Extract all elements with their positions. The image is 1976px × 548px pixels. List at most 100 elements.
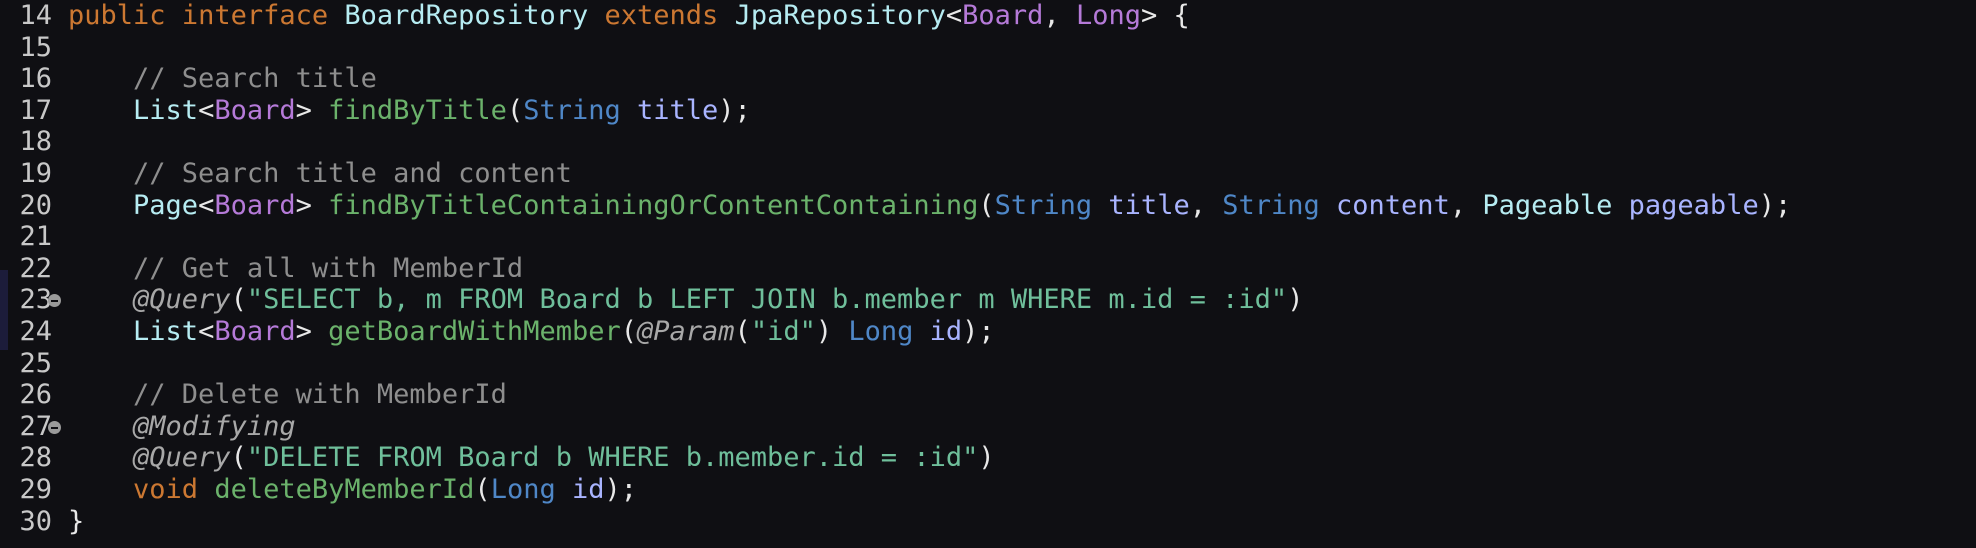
code-line[interactable]: 22 // Get all with MemberId	[0, 253, 1976, 285]
code-token: }	[68, 505, 85, 537]
code-content: List<Board> findByTitle(String title);	[68, 95, 751, 127]
line-number: 25	[19, 347, 52, 379]
code-line[interactable]: 14 public interface BoardRepository exten…	[0, 0, 1976, 32]
code-token: Board	[962, 0, 1044, 31]
fold-collapse-icon[interactable]	[48, 420, 61, 434]
code-line[interactable]: 24 List<Board> getBoardWithMember(@Param…	[0, 316, 1976, 348]
line-number: 21	[19, 221, 52, 253]
code-token: (	[620, 316, 637, 347]
code-token: )	[1287, 284, 1304, 316]
code-token: >	[295, 94, 329, 126]
line-number: 23	[19, 284, 52, 316]
code-token: title	[637, 94, 719, 126]
code-token: List	[133, 94, 199, 126]
code-token: Long	[490, 474, 556, 505]
code-token: <	[198, 316, 215, 347]
code-token: (	[474, 474, 491, 505]
code-token: title	[1108, 189, 1190, 221]
code-token: content	[1336, 189, 1450, 221]
code-content: @Query("DELETE FROM Board b WHERE b.memb…	[68, 442, 995, 474]
code-content: void deleteByMemberId(Long id);	[68, 474, 637, 506]
code-token: @Param	[637, 316, 735, 347]
code-token: (	[978, 189, 995, 221]
code-token: )	[978, 442, 995, 474]
code-line[interactable]: 16 // Search title	[0, 63, 1976, 95]
code-token: // Delete with MemberId	[133, 379, 507, 411]
line-number: 18	[19, 126, 52, 158]
code-token: );	[718, 94, 751, 126]
fold-collapse-icon[interactable]	[48, 294, 61, 308]
code-token: <	[198, 94, 215, 126]
code-line[interactable]: 18	[0, 126, 1976, 158]
line-number: 16	[19, 63, 52, 95]
line-number: 24	[19, 316, 52, 347]
line-number: 19	[19, 158, 52, 189]
code-token: <	[198, 189, 215, 221]
code-line[interactable]: 27 @Modifying	[0, 411, 1976, 443]
code-token: Pageable	[1482, 189, 1613, 221]
code-token: > {	[1140, 0, 1190, 31]
code-token: "SELECT b, m FROM Board b LEFT JOIN b.me…	[246, 284, 1288, 316]
code-token: )	[815, 316, 849, 347]
line-number: 22	[19, 252, 52, 284]
line-number: 29	[19, 474, 52, 505]
line-number: 28	[19, 442, 52, 474]
line-number: 27	[19, 410, 52, 442]
code-line[interactable]: 30}	[0, 506, 1976, 538]
code-line[interactable]: 29 void deleteByMemberId(Long id);	[0, 474, 1976, 506]
code-token: >	[295, 189, 329, 221]
code-token: );	[604, 474, 638, 505]
code-token: JpaRepository	[734, 0, 946, 31]
code-content: List<Board> getBoardWithMember(@Param("i…	[68, 316, 995, 348]
code-content: @Modifying	[68, 411, 296, 443]
line-number: 30	[19, 505, 52, 537]
code-token: // Get all with MemberId	[133, 252, 524, 284]
code-line[interactable]: 15	[0, 32, 1976, 64]
code-line[interactable]: 20 Page<Board> findByTitleContainingOrCo…	[0, 190, 1976, 222]
code-line[interactable]: 19 // Search title and content	[0, 158, 1976, 190]
code-token: (	[230, 284, 247, 316]
code-line[interactable]: 28 @Query("DELETE FROM Board b WHERE b.m…	[0, 442, 1976, 474]
code-content: public interface BoardRepository extends…	[68, 0, 1190, 32]
code-content: // Search title	[68, 63, 377, 95]
line-number: 20	[19, 189, 52, 221]
code-token: ,	[1189, 189, 1223, 221]
code-line[interactable]: 17 List<Board> findByTitle(String title)…	[0, 95, 1976, 127]
code-token: id	[571, 474, 605, 505]
code-line[interactable]: 25	[0, 348, 1976, 380]
line-number: 26	[19, 379, 52, 411]
code-token: @Query	[133, 284, 231, 316]
code-token: public	[68, 0, 166, 31]
code-editor[interactable]: 14 public interface BoardRepository exten…	[0, 0, 1976, 548]
code-line[interactable]: 21	[0, 221, 1976, 253]
code-token: Long	[1075, 0, 1141, 31]
code-token: (	[506, 94, 524, 126]
code-line[interactable]: 23 @Query("SELECT b, m FROM Board b LEFT…	[0, 284, 1976, 316]
code-content: // Search title and content	[68, 158, 572, 190]
code-token: // Search title	[133, 63, 377, 95]
code-token: ,	[1043, 0, 1076, 31]
code-token: findByTitle	[328, 94, 507, 126]
code-token: pageable	[1628, 189, 1759, 221]
code-line[interactable]: 26 // Delete with MemberId	[0, 379, 1976, 411]
code-token: Board	[214, 94, 296, 126]
code-token: (	[230, 442, 247, 474]
line-number: 17	[19, 94, 52, 126]
